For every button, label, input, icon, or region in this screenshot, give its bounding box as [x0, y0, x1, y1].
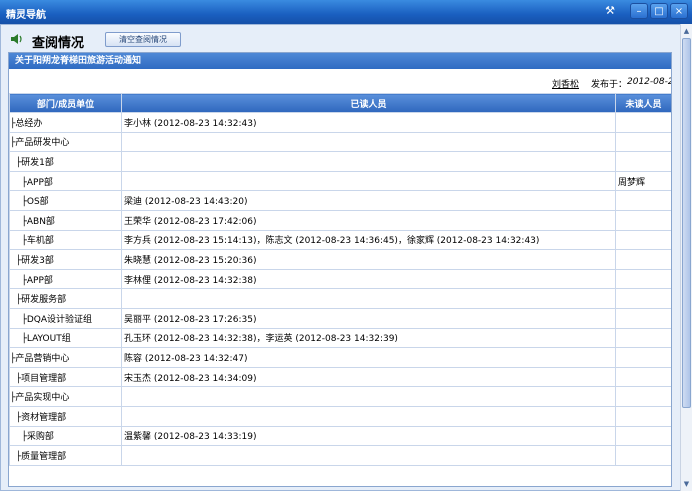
unread-cell — [615, 425, 671, 447]
unread-cell — [615, 288, 671, 309]
unread-cell — [615, 112, 671, 133]
unread-cell — [615, 445, 671, 466]
column-header-unread: 未读人员 — [615, 93, 671, 113]
read-cell — [121, 131, 616, 153]
vertical-scrollbar[interactable]: ▲ ▼ — [680, 24, 692, 491]
publish-date: 2012-08-23 — [627, 77, 671, 87]
read-cell: 李方兵 (2012-08-23 15:14:13)，陈志文 (2012-08-2… — [121, 229, 616, 251]
unread-cell — [615, 131, 671, 153]
table-row: ├资材管理部 — [9, 405, 671, 427]
table-row: ├产品营销中心 陈容 (2012-08-23 14:32:47) — [9, 347, 671, 368]
table-row: ├DQA设计验证组 吴丽平 (2012-08-23 17:26:35) — [9, 307, 671, 329]
dept-cell: ├车机部 — [9, 229, 122, 251]
table-row: ├质量管理部 — [9, 445, 671, 466]
table-row: ├研发服务部 — [9, 288, 671, 309]
dept-cell: ├产品实现中心 — [9, 386, 122, 407]
dept-cell: ├研发1部 — [9, 151, 122, 172]
dept-cell: ├LAYOUT组 — [9, 327, 122, 349]
read-cell — [121, 151, 616, 172]
read-status-table: 部门/成员单位 已读人员 未读人员 ├总经办 李小林 (2012-08-23 14… — [9, 93, 671, 466]
table-row: ├车机部 李方兵 (2012-08-23 15:14:13)，陈志文 (2012-… — [9, 229, 671, 251]
clear-read-status-button[interactable]: 清空查阅情况 — [105, 32, 181, 47]
table-header-row: 部门/成员单位 已读人员 未读人员 — [9, 93, 671, 113]
unread-cell — [615, 151, 671, 172]
unread-cell — [615, 249, 671, 270]
speaker-icon — [11, 34, 22, 44]
publish-info: 刘香松 发布于： 2012-08-23 — [9, 75, 671, 90]
read-cell: 陈容 (2012-08-23 14:32:47) — [121, 347, 616, 368]
scroll-down-icon[interactable]: ▼ — [681, 478, 692, 490]
window-title: 精灵导航 — [6, 10, 46, 21]
table-row: ├产品实现中心 — [9, 386, 671, 407]
unread-cell — [615, 190, 671, 211]
table-row: ├采购部 温紫馨 (2012-08-23 14:33:19) — [9, 425, 671, 447]
dept-cell: ├采购部 — [9, 425, 122, 447]
minimize-button[interactable]: – — [630, 3, 648, 19]
read-cell: 李小林 (2012-08-23 14:32:43) — [121, 112, 616, 133]
unread-cell — [615, 307, 671, 329]
read-cell — [121, 445, 616, 466]
dept-cell: ├DQA设计验证组 — [9, 307, 122, 329]
dept-cell: ├产品研发中心 — [9, 131, 122, 153]
dept-cell: ├产品营销中心 — [9, 347, 122, 368]
publisher-link[interactable]: 刘香松 — [552, 77, 579, 90]
tools-icon[interactable]: ⚒ — [600, 3, 620, 19]
unread-cell — [615, 405, 671, 427]
scroll-up-icon[interactable]: ▲ — [681, 25, 692, 37]
dept-cell: ├OS部 — [9, 190, 122, 211]
dept-cell: ├总经办 — [9, 112, 122, 133]
table-row: ├APP部 李林俚 (2012-08-23 14:32:38) — [9, 268, 671, 290]
column-header-read: 已读人员 — [121, 93, 616, 113]
dept-cell: ├研发3部 — [9, 249, 122, 270]
column-header-dept: 部门/成员单位 — [9, 93, 122, 113]
read-cell — [121, 288, 616, 309]
unread-cell — [615, 268, 671, 290]
table-row: ├LAYOUT组 孔玉环 (2012-08-23 14:32:38)，李运英 (2… — [9, 327, 671, 349]
unread-cell — [615, 347, 671, 368]
dept-cell: ├APP部 — [9, 170, 122, 192]
read-cell: 梁迪 (2012-08-23 14:43:20) — [121, 190, 616, 211]
unread-cell — [615, 327, 671, 349]
dept-cell: ├质量管理部 — [9, 445, 122, 466]
unread-cell — [615, 229, 671, 251]
table-row: ├研发1部 — [9, 151, 671, 172]
unread-cell: 周梦辉 — [615, 170, 671, 192]
unread-cell — [615, 386, 671, 407]
table-row: ├项目管理部 宋玉杰 (2012-08-23 14:34:09) — [9, 366, 671, 388]
publish-label: 发布于： — [591, 80, 628, 90]
read-cell — [121, 386, 616, 407]
table-row: ├总经办 李小林 (2012-08-23 14:32:43) — [9, 112, 671, 133]
dept-cell: ├资材管理部 — [9, 405, 122, 427]
notice-panel: 关于阳朔龙脊梯田旅游活动通知 刘香松 发布于： 2012-08-23 部门/成员… — [8, 52, 672, 487]
page-title: 查阅情况 — [32, 36, 85, 51]
notice-title: 关于阳朔龙脊梯田旅游活动通知 — [9, 53, 671, 69]
table-row: ├研发3部 朱晓慧 (2012-08-23 15:20:36) — [9, 249, 671, 270]
read-cell: 温紫馨 (2012-08-23 14:33:19) — [121, 425, 616, 447]
read-cell: 吴丽平 (2012-08-23 17:26:35) — [121, 307, 616, 329]
read-cell: 李林俚 (2012-08-23 14:32:38) — [121, 268, 616, 290]
close-button[interactable]: × — [670, 3, 688, 19]
title-bar: 精灵导航 ⚒ – □ × — [0, 0, 692, 24]
read-cell: 孔玉环 (2012-08-23 14:32:38)，李运英 (2012-08-2… — [121, 327, 616, 349]
maximize-button[interactable]: □ — [650, 3, 668, 19]
unread-cell — [615, 209, 671, 231]
read-cell: 王荣华 (2012-08-23 17:42:06) — [121, 209, 616, 231]
read-cell: 宋玉杰 (2012-08-23 14:34:09) — [121, 366, 616, 388]
dept-cell: ├ABN部 — [9, 209, 122, 231]
read-cell — [121, 170, 616, 192]
table-row: ├产品研发中心 — [9, 131, 671, 153]
dept-cell: ├项目管理部 — [9, 366, 122, 388]
scrollbar-thumb[interactable] — [682, 38, 691, 408]
dept-cell: ├研发服务部 — [9, 288, 122, 309]
unread-cell — [615, 366, 671, 388]
dept-cell: ├APP部 — [9, 268, 122, 290]
table-row: ├APP部 周梦辉 — [9, 170, 671, 192]
read-cell — [121, 405, 616, 427]
read-cell: 朱晓慧 (2012-08-23 15:20:36) — [121, 249, 616, 270]
table-row: ├OS部 梁迪 (2012-08-23 14:43:20) — [9, 190, 671, 211]
table-row: ├ABN部 王荣华 (2012-08-23 17:42:06) — [9, 209, 671, 231]
